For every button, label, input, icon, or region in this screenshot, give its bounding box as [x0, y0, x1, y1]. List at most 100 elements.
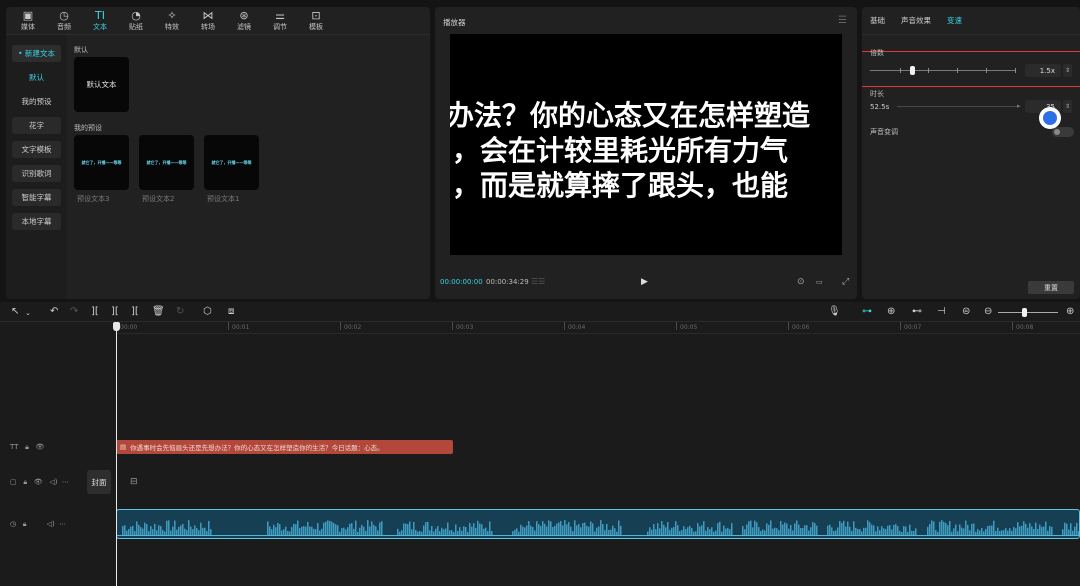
delete-icon[interactable]: 🗑: [152, 306, 165, 317]
sidebar-item-local-captions[interactable]: 本地字幕: [12, 213, 61, 230]
playhead-handle[interactable]: [113, 322, 120, 331]
lock-icon[interactable]: 🔒︎: [25, 443, 29, 451]
waveform-bar: [953, 528, 955, 536]
select-tool-icon[interactable]: ↖: [11, 306, 19, 317]
tab-sound-effects[interactable]: 声音效果: [901, 15, 931, 26]
mask-icon[interactable]: ⬡: [203, 306, 212, 317]
timecode-format-icon[interactable]: ☰☰: [531, 277, 545, 286]
sidebar-item-fancy-text[interactable]: 花字: [12, 117, 61, 134]
film-icon: ⊟: [130, 477, 138, 487]
tab-sticker[interactable]: ◔ 贴纸: [118, 7, 154, 34]
sidebar-item-lyrics[interactable]: 识别歌词: [12, 165, 61, 182]
waveform-bar: [528, 521, 530, 536]
waveform-bar: [580, 527, 582, 536]
waveform-bar: [867, 520, 869, 536]
more-icon[interactable]: ⋯: [62, 478, 69, 486]
waveform-bar: [1074, 526, 1076, 536]
preset-card[interactable]: 就它了，开播——等等: [204, 135, 259, 190]
tab-adjust[interactable]: ⚌ 调节: [262, 7, 298, 34]
waveform-bar: [943, 521, 945, 536]
sidebar-item-auto-captions[interactable]: 智能字幕: [12, 189, 61, 206]
duration-stepper[interactable]: ⇕: [1063, 100, 1072, 113]
ruler-label: 00:03: [456, 324, 474, 331]
video-preview[interactable]: 办法？你的心态又在怎样塑造 ，会在计较里耗光所有力气 ，而是就算摔了跟头，也能: [450, 34, 842, 255]
trim-left-icon[interactable]: ][: [111, 306, 119, 317]
assistant-icon[interactable]: [1039, 107, 1061, 129]
speed-stepper[interactable]: ⇕: [1063, 64, 1072, 77]
tab-filter[interactable]: ⊛ 滤镜: [226, 7, 262, 34]
waveform-bar: [293, 523, 295, 536]
more-icon[interactable]: ⋯: [59, 520, 66, 528]
cover-button[interactable]: 封面: [87, 470, 111, 494]
playhead[interactable]: [116, 322, 117, 586]
sidebar-item-text-template[interactable]: 文字模板: [12, 141, 61, 158]
rotate-icon[interactable]: ↻: [176, 306, 184, 317]
speed-slider-thumb[interactable]: [910, 66, 916, 75]
lock-icon[interactable]: 🔒︎: [23, 478, 27, 486]
waveform-bar: [327, 520, 329, 536]
section-title-presets: 我的预设: [74, 124, 102, 132]
tab-text[interactable]: TI 文本: [82, 7, 118, 34]
tab-media[interactable]: ▣ 媒体: [10, 7, 46, 34]
crop-icon[interactable]: ⧈: [228, 306, 234, 317]
waveform-bar: [782, 524, 784, 536]
time-ruler[interactable]: 00:00 00:01 00:02 00:03 00:04 00:05 00:0…: [116, 322, 1080, 334]
tab-transition[interactable]: ⋈ 转场: [190, 7, 226, 34]
play-icon[interactable]: ▶: [641, 277, 648, 287]
microphone-icon[interactable]: 🎙: [828, 306, 841, 317]
sidebar-item-default[interactable]: 默认: [12, 69, 61, 86]
snapshot-icon[interactable]: ⊙: [797, 277, 805, 287]
waveform-bar: [883, 528, 885, 536]
undo-icon[interactable]: ↶: [50, 306, 58, 317]
eye-icon[interactable]: 👁: [36, 443, 45, 451]
menu-icon[interactable]: ☰: [838, 15, 847, 26]
redo-icon[interactable]: ↷: [70, 306, 78, 317]
preset-card[interactable]: 就它了，开播——等等: [139, 135, 194, 190]
speaker-icon[interactable]: ◁): [47, 520, 55, 528]
waveform-bar: [144, 522, 146, 536]
waveform-bar: [758, 527, 760, 536]
waveform-bar: [991, 525, 993, 536]
tab-template[interactable]: ⊡ 模板: [298, 7, 334, 34]
waveform-bar: [859, 529, 861, 536]
waveform-bar: [297, 520, 299, 536]
chevron-down-icon[interactable]: ⌄: [25, 308, 31, 319]
sidebar-item-new-text[interactable]: • 新建文本: [12, 45, 61, 62]
sidebar-item-my-presets[interactable]: 我的预设: [12, 93, 61, 110]
tab-audio[interactable]: ◷ 音频: [46, 7, 82, 34]
speaker-icon[interactable]: ◁): [49, 478, 57, 486]
preview-axis-icon[interactable]: ⊷: [912, 306, 922, 317]
waveform-bar: [1029, 523, 1031, 536]
waveform-bar: [598, 526, 600, 536]
lock-icon[interactable]: 🔒︎: [23, 520, 27, 528]
speed-input[interactable]: 1.5x: [1025, 64, 1061, 77]
tab-basic[interactable]: 基础: [870, 15, 885, 26]
align-icon[interactable]: ⊣: [937, 306, 946, 317]
eye-icon[interactable]: 👁: [34, 478, 43, 486]
zoom-slider-thumb[interactable]: [1022, 308, 1027, 317]
subtitle-icon[interactable]: ⊜: [962, 306, 970, 317]
filter-icon: ⊛: [239, 8, 249, 22]
ratio-icon[interactable]: ▭: [816, 278, 823, 286]
reset-button[interactable]: 重置: [1028, 281, 1074, 294]
waveform-bar: [963, 528, 965, 536]
waveform-bar: [915, 528, 917, 536]
snap-icon[interactable]: ⊕: [887, 306, 895, 317]
default-text-card[interactable]: 默认文本: [74, 57, 129, 112]
link-icon[interactable]: ⊶: [862, 306, 872, 317]
audio-clip[interactable]: [116, 509, 1080, 539]
speed-slider[interactable]: [870, 70, 1016, 71]
zoom-slider[interactable]: [998, 312, 1058, 313]
fullscreen-icon[interactable]: ⤢: [842, 277, 849, 287]
tab-speed[interactable]: 变速: [947, 15, 962, 26]
waveform-bar: [321, 528, 323, 536]
trim-right-icon[interactable]: ][: [131, 306, 139, 317]
text-clip[interactable]: ▤ 你遇事时会先恼眉头还是先想办法？你的心态又在怎样塑造你的生活？今日话题：心态…: [116, 440, 453, 454]
zoom-in-icon[interactable]: ⊕: [1066, 306, 1074, 317]
split-icon[interactable]: ][: [91, 306, 99, 317]
waveform-bar: [407, 524, 409, 536]
zoom-out-icon[interactable]: ⊖: [984, 306, 992, 317]
tab-effects[interactable]: ✧ 特效: [154, 7, 190, 34]
preset-card[interactable]: 就它了，开播——等等: [74, 135, 129, 190]
pitch-toggle[interactable]: [1052, 127, 1074, 137]
